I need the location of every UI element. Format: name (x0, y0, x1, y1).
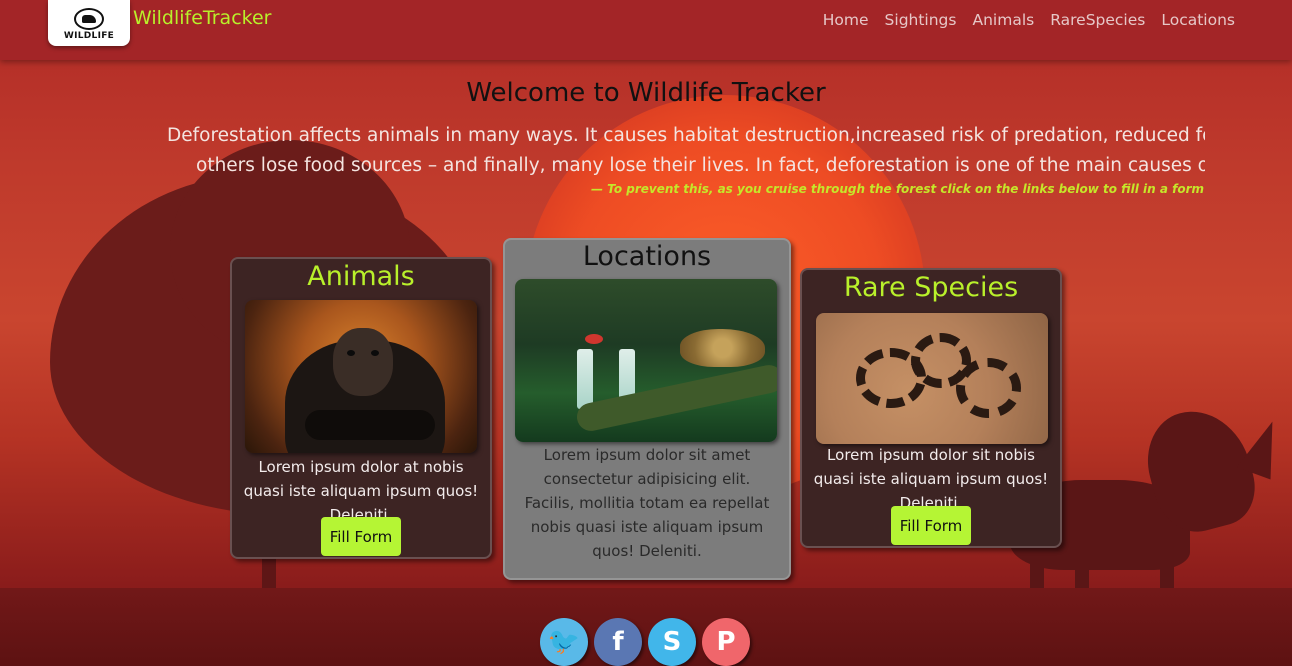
page-title: Welcome to Wildlife Tracker (466, 78, 826, 108)
locations-card-text: Lorem ipsum dolor sit amet consectetur a… (524, 446, 770, 560)
chimp-arm (305, 410, 435, 440)
leopard (680, 329, 765, 367)
chimp-eye (347, 350, 355, 356)
chimp-face (333, 328, 393, 396)
wolf-logo-icon (74, 7, 104, 30)
animals-fill-form-button[interactable]: Fill Form (321, 517, 401, 556)
nav-links: Home Sightings Animals RareSpecies Locat… (823, 11, 1235, 29)
hero-quote: Deforestation affects animals in many wa… (167, 121, 1205, 211)
rare-species-fill-form-button[interactable]: Fill Form (891, 506, 971, 545)
chimp-eye (371, 350, 379, 356)
nav-home[interactable]: Home (823, 11, 869, 29)
twitter-icon[interactable]: 🐦 (540, 618, 588, 666)
chimpanzee-image (245, 300, 477, 453)
hero-text-line-1: Deforestation affects animals in many wa… (167, 125, 1205, 146)
social-links: 🐦 f S P (540, 618, 750, 666)
animals-card-title: Animals (307, 261, 415, 292)
mossy-log (574, 362, 777, 434)
kingsnake-image (816, 313, 1048, 444)
nav-locations[interactable]: Locations (1161, 11, 1235, 29)
waterfall (577, 349, 593, 409)
nav-animals[interactable]: Animals (972, 11, 1034, 29)
pinterest-icon[interactable]: P (702, 618, 750, 666)
locations-card-title: Locations (582, 241, 712, 272)
hero-quote-footer: — To prevent this, as you cruise through… (591, 182, 1205, 196)
nav-sightings[interactable]: Sightings (885, 11, 957, 29)
forest-waterfall-image (515, 279, 777, 442)
wolf-ear (1236, 415, 1290, 480)
rare-species-card-title: Rare Species (843, 272, 1019, 303)
hero-text-line-2: others lose food sources – and finally, … (196, 155, 1205, 176)
facebook-icon[interactable]: f (594, 618, 642, 666)
animals-card: Animals Lorem ipsum dolor at nobis quasi… (230, 257, 492, 559)
brand-link[interactable]: WildlifeTracker (133, 7, 271, 29)
parrot (585, 334, 603, 344)
snake-coil (956, 358, 1021, 418)
nav-rare-species[interactable]: RareSpecies (1050, 11, 1145, 29)
rare-species-card-text: Lorem ipsum dolor sit nobis quasi iste a… (813, 446, 1049, 512)
locations-card: Locations Lorem ipsum dolor sit amet con… (503, 238, 791, 580)
rare-species-card: Rare Species Lorem ipsum dolor sit nobis… (800, 268, 1062, 548)
navbar: WILDLIFE WildlifeTracker Home Sightings … (0, 0, 1292, 60)
logo-text: WILDLIFE (63, 30, 115, 41)
skype-icon[interactable]: S (648, 618, 696, 666)
logo[interactable]: WILDLIFE (48, 0, 130, 46)
